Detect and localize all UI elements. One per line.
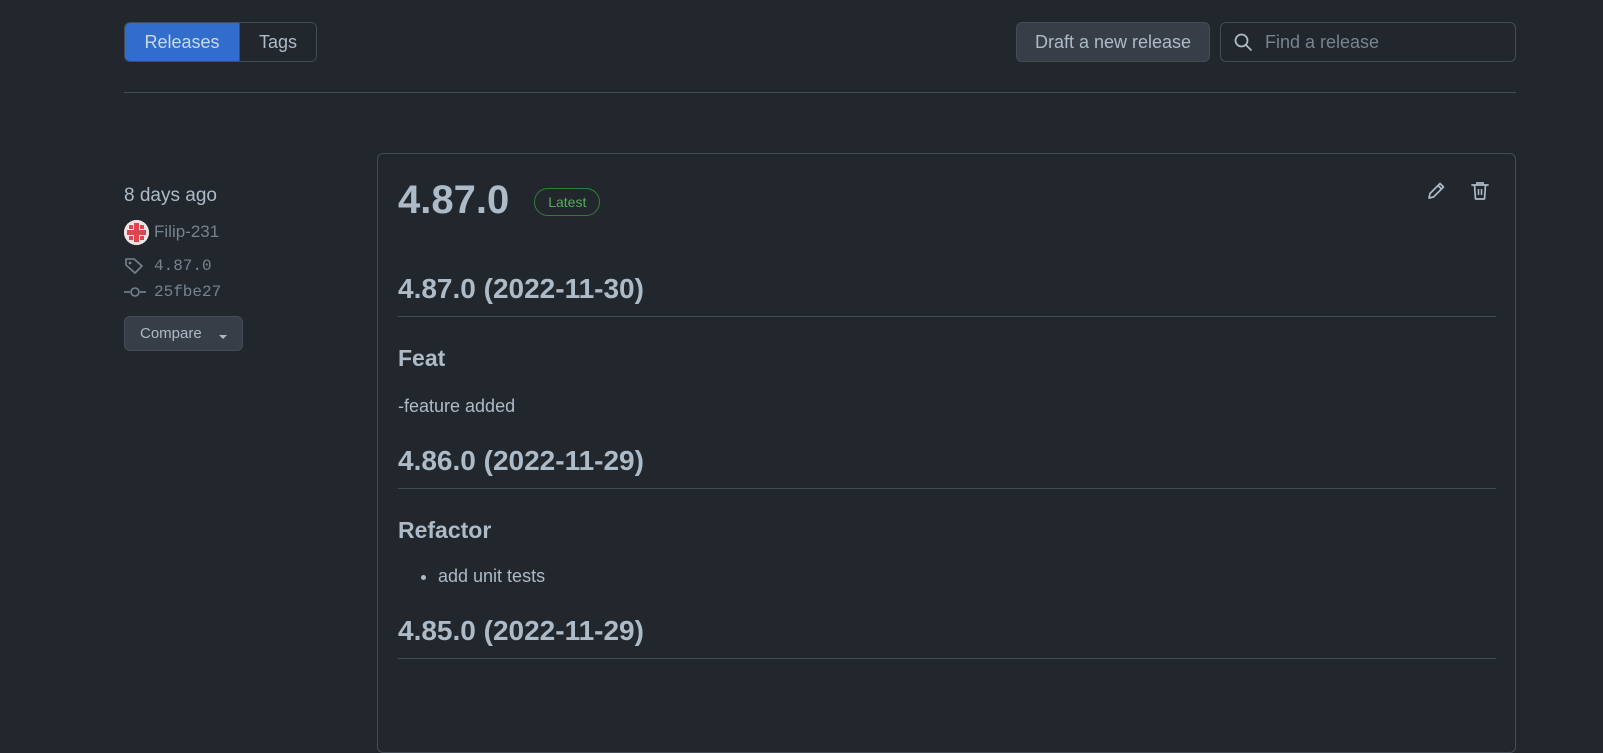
notes-heading: 4.85.0 (2022-11-29) <box>398 614 1496 659</box>
release-card: 4.87.0 Latest 4.87.0 (2022-11-30) Feat -… <box>377 153 1516 753</box>
release-time: 8 days ago <box>124 185 217 206</box>
release-title[interactable]: 4.87.0 <box>398 176 509 224</box>
pencil-icon[interactable] <box>1425 180 1447 202</box>
release-header: 4.87.0 Latest <box>398 176 601 224</box>
avatar[interactable] <box>124 219 149 245</box>
author-link[interactable]: Filip-231 <box>154 222 219 242</box>
notes-text: -feature added <box>398 396 516 416</box>
latest-badge: Latest <box>534 188 601 216</box>
draft-new-release-button[interactable]: Draft a new release <box>1016 22 1210 62</box>
tab-releases[interactable]: Releases <box>125 23 239 61</box>
tag-name[interactable]: 4.87.0 <box>154 257 212 275</box>
search-icon <box>1233 32 1253 52</box>
release-meta: 8 days ago Filip-231 4.87.0 25fbe27 Comp… <box>124 184 354 351</box>
releases-tags-switch: Releases Tags <box>124 22 317 62</box>
trash-icon[interactable] <box>1469 180 1491 202</box>
notes-section-heading: Feat <box>398 345 446 371</box>
release-commit-link[interactable]: 25fbe27 <box>124 280 354 304</box>
notes-heading: 4.87.0 (2022-11-30) <box>398 272 1496 317</box>
header-divider <box>124 92 1516 93</box>
tab-tags[interactable]: Tags <box>239 23 316 61</box>
find-release-search[interactable] <box>1220 22 1516 62</box>
release-author[interactable]: Filip-231 <box>124 219 354 245</box>
compare-button[interactable]: Compare <box>124 316 243 351</box>
commit-icon <box>124 283 146 301</box>
notes-heading: 4.86.0 (2022-11-29) <box>398 444 1496 489</box>
chevron-down-icon <box>218 332 228 342</box>
search-input[interactable] <box>1263 30 1503 54</box>
release-actions <box>1425 180 1491 202</box>
tag-icon <box>124 257 146 275</box>
notes-section-heading: Refactor <box>398 517 492 543</box>
release-tag-link[interactable]: 4.87.0 <box>124 254 354 278</box>
release-notes: 4.87.0 (2022-11-30) Feat -feature added … <box>398 272 1496 659</box>
notes-list: add unit tests <box>398 564 1496 588</box>
compare-label: Compare <box>140 325 202 342</box>
commit-sha[interactable]: 25fbe27 <box>154 283 221 301</box>
list-item: add unit tests <box>438 564 1496 588</box>
